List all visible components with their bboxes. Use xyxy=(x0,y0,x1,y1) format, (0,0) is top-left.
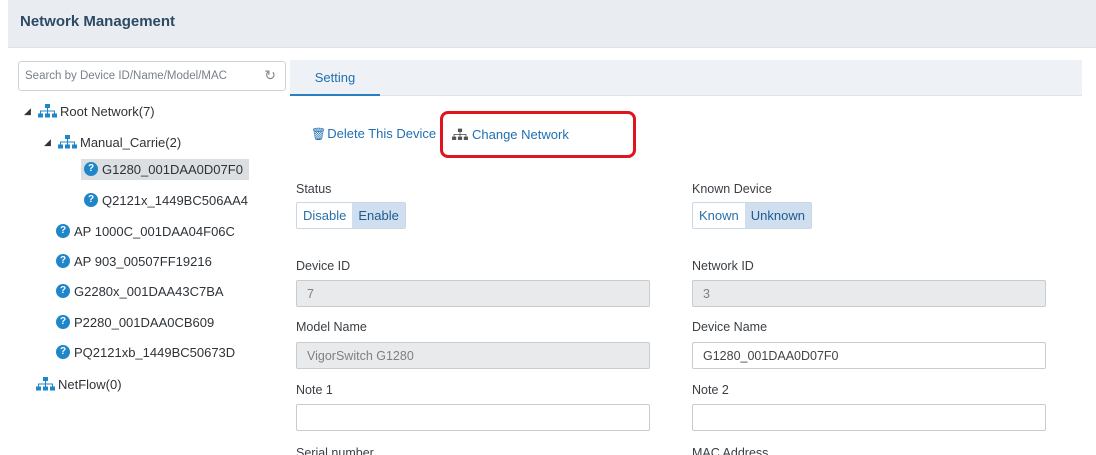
tree-device-item[interactable]: ? AP 903_00507FF19216 xyxy=(56,248,212,274)
tree-device-item[interactable]: ? G2280x_001DAA43C7BA xyxy=(56,278,224,304)
note1-input[interactable] xyxy=(296,404,650,431)
known-device-label: Known Device xyxy=(692,182,772,196)
status-disable-option[interactable]: Disable xyxy=(297,203,352,228)
app-frame: Network Management ↻ ◢ Root Network(7) ◢ xyxy=(8,0,1096,455)
main-content: ↻ ◢ Root Network(7) ◢ Manual xyxy=(8,48,1096,455)
tree-node-root[interactable]: ◢ Root Network(7) xyxy=(24,98,155,124)
tree-device-item[interactable]: ? P2280_001DAA0CB609 xyxy=(56,309,214,335)
note1-label: Note 1 xyxy=(296,383,333,397)
status-toggle: Disable Enable xyxy=(296,202,406,229)
model-name-label: Model Name xyxy=(296,320,367,334)
model-name-field: VigorSwitch G1280 xyxy=(296,342,650,369)
unknown-device-icon: ? xyxy=(56,315,70,329)
unknown-device-icon: ? xyxy=(84,193,98,207)
tree-node-group[interactable]: ◢ Manual_Carrie(2) xyxy=(44,129,181,155)
tree-device-label: G2280x_001DAA43C7BA xyxy=(74,283,224,299)
status-enable-option[interactable]: Enable xyxy=(352,203,405,228)
tree-device-label: AP 1000C_001DAA04F06C xyxy=(74,223,235,239)
tree-device-label: PQ2121xb_1449BC50673D xyxy=(74,344,236,360)
unknown-device-icon: ? xyxy=(56,224,70,238)
refresh-icon[interactable]: ↻ xyxy=(264,67,276,84)
unknown-option[interactable]: Unknown xyxy=(744,203,811,228)
unknown-device-icon: ? xyxy=(56,345,70,359)
delete-device-button[interactable]: 🗑 Delete This Device xyxy=(311,126,436,141)
collapse-caret-icon[interactable]: ◢ xyxy=(44,137,58,148)
tree-device-item[interactable]: ? AP 1000C_001DAA04F06C xyxy=(56,218,235,244)
page-title: Network Management xyxy=(20,13,176,30)
search-input[interactable] xyxy=(25,67,245,85)
tree-device-label-wrap: ? G1280_001DAA0D07F0 xyxy=(81,158,249,180)
network-icon xyxy=(58,135,77,149)
network-id-field: 3 xyxy=(692,280,1046,307)
collapse-caret-icon[interactable]: ◢ xyxy=(24,106,38,117)
tree-device-item[interactable]: ? PQ2121xb_1449BC50673D xyxy=(56,339,235,365)
tree-device-label: P2280_001DAA0CB609 xyxy=(74,314,215,330)
search-box: ↻ xyxy=(18,61,286,91)
device-id-field: 7 xyxy=(296,280,650,307)
serial-number-label: Serial number xyxy=(296,446,374,455)
device-name-input[interactable]: G1280_001DAA0D07F0 xyxy=(692,342,1046,369)
device-name-label: Device Name xyxy=(692,320,768,334)
tab-setting[interactable]: Setting xyxy=(290,60,380,96)
unknown-device-icon: ? xyxy=(56,254,70,268)
delete-device-label: Delete This Device xyxy=(327,126,437,141)
mac-address-label: MAC Address xyxy=(692,446,769,455)
page-header: Network Management xyxy=(8,0,1096,48)
tree-node-label: NetFlow(0) xyxy=(58,376,122,392)
unknown-device-icon: ? xyxy=(84,162,98,176)
tree-device-label: AP 903_00507FF19216 xyxy=(74,253,212,269)
trash-icon: 🗑 xyxy=(311,126,327,141)
network-id-label: Network ID xyxy=(692,259,754,273)
tree-device-label: G1280_001DAA0D07F0 xyxy=(102,161,243,177)
tab-bar: Setting xyxy=(290,60,1082,96)
tree-device-label: Q2121x_1449BC506AA4 xyxy=(102,192,249,208)
highlight-box xyxy=(440,111,636,158)
tree-node-netflow[interactable]: NetFlow(0) xyxy=(36,371,122,397)
known-option[interactable]: Known xyxy=(693,203,745,228)
tree-device-item[interactable]: ? G1280_001DAA0D07F0 xyxy=(81,156,249,182)
network-icon xyxy=(38,104,57,118)
tree-node-label: Manual_Carrie(2) xyxy=(80,134,182,150)
unknown-device-icon: ? xyxy=(56,284,70,298)
note2-label: Note 2 xyxy=(692,383,729,397)
device-id-label: Device ID xyxy=(296,259,351,273)
tree-node-label: Root Network(7) xyxy=(60,103,155,119)
note2-input[interactable] xyxy=(692,404,1046,431)
status-label: Status xyxy=(296,182,332,196)
tree-device-item[interactable]: ? Q2121x_1449BC506AA4 xyxy=(84,187,248,213)
network-icon xyxy=(36,377,55,391)
known-device-toggle: Known Unknown xyxy=(692,202,812,229)
